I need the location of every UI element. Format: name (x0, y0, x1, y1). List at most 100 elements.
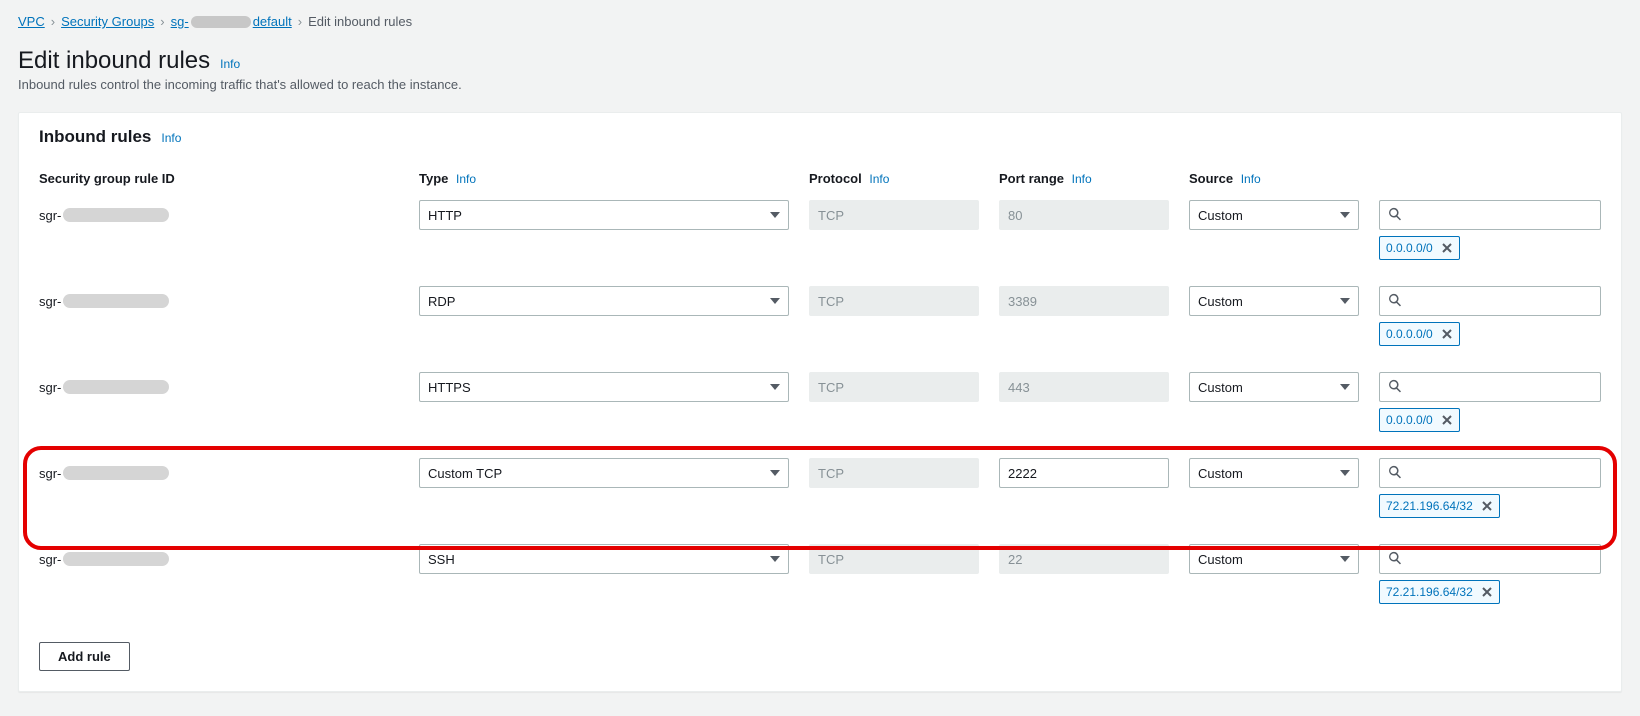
breadcrumb-sg-id[interactable]: sg- default (171, 14, 292, 29)
protocol-field: TCP (809, 458, 979, 488)
cell-source: Custom (1179, 196, 1369, 264)
cell-protocol: TCP (799, 196, 989, 264)
type-select[interactable]: RDP (419, 286, 789, 316)
type-select[interactable]: Custom TCP (419, 458, 789, 488)
remove-chip-icon[interactable] (1481, 500, 1493, 512)
cell-cidr: 0.0.0.0/0 (1369, 368, 1621, 436)
cell-port: 2222 (989, 454, 1179, 522)
breadcrumb-vpc[interactable]: VPC (18, 14, 45, 29)
source-search-input[interactable] (1379, 286, 1601, 316)
source-search-input[interactable] (1379, 544, 1601, 574)
col-type-info[interactable]: Info (456, 172, 476, 186)
col-source-info[interactable]: Info (1241, 172, 1261, 186)
col-type: Type Info (409, 161, 799, 196)
protocol-field: TCP (809, 200, 979, 230)
breadcrumb-security-groups[interactable]: Security Groups (61, 14, 154, 29)
remove-chip-icon[interactable] (1441, 328, 1453, 340)
chevron-right-icon: › (160, 14, 164, 29)
breadcrumb-current: Edit inbound rules (308, 14, 412, 29)
protocol-field: TCP (809, 286, 979, 316)
cidr-chip[interactable]: 72.21.196.64/32 (1379, 580, 1500, 604)
col-protocol-info[interactable]: Info (869, 172, 889, 186)
col-rule-id: Security group rule ID (19, 161, 409, 196)
cell-protocol: TCP (799, 368, 989, 436)
col-protocol: Protocol Info (799, 161, 989, 196)
cell-type: HTTP (409, 196, 799, 264)
protocol-field: TCP (809, 372, 979, 402)
page-title-info-link[interactable]: Info (220, 57, 240, 71)
port-range-field: 3389 (999, 286, 1169, 316)
port-range-field: 22 (999, 544, 1169, 574)
protocol-field: TCP (809, 544, 979, 574)
redacted-rule-id (63, 380, 169, 394)
search-icon (1388, 293, 1402, 310)
source-select[interactable]: Custom (1189, 286, 1359, 316)
source-select[interactable]: Custom (1189, 458, 1359, 488)
redacted-sg-id (191, 16, 251, 28)
cell-rule-id: sgr- (19, 454, 409, 522)
remove-chip-icon[interactable] (1481, 586, 1493, 598)
cidr-chip-label: 0.0.0.0/0 (1386, 327, 1433, 341)
rule-id: sgr- (39, 286, 399, 316)
page-title: Edit inbound rules Info (18, 47, 1622, 75)
cell-source: Custom (1179, 368, 1369, 436)
rule-id: sgr- (39, 200, 399, 230)
cidr-chip[interactable]: 0.0.0.0/0 (1379, 322, 1460, 346)
cell-cidr: 72.21.196.64/32 (1369, 454, 1621, 522)
cell-cidr: 72.21.196.64/32 (1369, 540, 1621, 608)
source-select[interactable]: Custom (1189, 544, 1359, 574)
breadcrumb: VPC › Security Groups › sg- default › Ed… (18, 14, 1622, 29)
cell-rule-id: sgr- (19, 196, 409, 264)
col-port-range: Port range Info (989, 161, 1179, 196)
col-port-info[interactable]: Info (1072, 172, 1092, 186)
cell-cidr: 0.0.0.0/0 (1369, 282, 1621, 350)
col-cidr (1369, 161, 1621, 196)
cell-type: HTTPS (409, 368, 799, 436)
remove-chip-icon[interactable] (1441, 242, 1453, 254)
cell-rule-id: sgr- (19, 540, 409, 608)
type-select[interactable]: HTTP (419, 200, 789, 230)
cell-port: 80 (989, 196, 1179, 264)
cell-protocol: TCP (799, 540, 989, 608)
remove-chip-icon[interactable] (1441, 414, 1453, 426)
cidr-chip-label: 0.0.0.0/0 (1386, 413, 1433, 427)
inbound-rules-panel: Inbound rules Info Security group rule I… (18, 112, 1622, 692)
source-search-input[interactable] (1379, 458, 1601, 488)
rule-id: sgr- (39, 544, 399, 574)
cell-type: Custom TCP (409, 454, 799, 522)
chevron-right-icon: › (51, 14, 55, 29)
cidr-chip[interactable]: 0.0.0.0/0 (1379, 236, 1460, 260)
rule-id: sgr- (39, 458, 399, 488)
cell-source: Custom (1179, 282, 1369, 350)
search-icon (1388, 379, 1402, 396)
source-search-input[interactable] (1379, 200, 1601, 230)
port-range-field: 80 (999, 200, 1169, 230)
redacted-rule-id (63, 208, 169, 222)
search-icon (1388, 465, 1402, 482)
cidr-chip-label: 72.21.196.64/32 (1386, 585, 1473, 599)
page-subtitle: Inbound rules control the incoming traff… (18, 77, 1622, 92)
cell-port: 22 (989, 540, 1179, 608)
port-range-input[interactable]: 2222 (999, 458, 1169, 488)
rule-id: sgr- (39, 372, 399, 402)
type-select[interactable]: HTTPS (419, 372, 789, 402)
panel-title: Inbound rules (39, 127, 151, 147)
source-search-input[interactable] (1379, 372, 1601, 402)
redacted-rule-id (63, 294, 169, 308)
cell-type: RDP (409, 282, 799, 350)
breadcrumb-sg-suffix: default (253, 14, 292, 29)
source-select[interactable]: Custom (1189, 372, 1359, 402)
cell-source: Custom (1179, 540, 1369, 608)
cell-protocol: TCP (799, 282, 989, 350)
type-select[interactable]: SSH (419, 544, 789, 574)
cidr-chip[interactable]: 72.21.196.64/32 (1379, 494, 1500, 518)
cell-port: 3389 (989, 282, 1179, 350)
cell-rule-id: sgr- (19, 282, 409, 350)
col-source: Source Info (1179, 161, 1369, 196)
cidr-chip[interactable]: 0.0.0.0/0 (1379, 408, 1460, 432)
cidr-chip-label: 72.21.196.64/32 (1386, 499, 1473, 513)
port-range-field: 443 (999, 372, 1169, 402)
add-rule-button[interactable]: Add rule (39, 642, 130, 671)
source-select[interactable]: Custom (1189, 200, 1359, 230)
panel-info-link[interactable]: Info (161, 131, 181, 145)
